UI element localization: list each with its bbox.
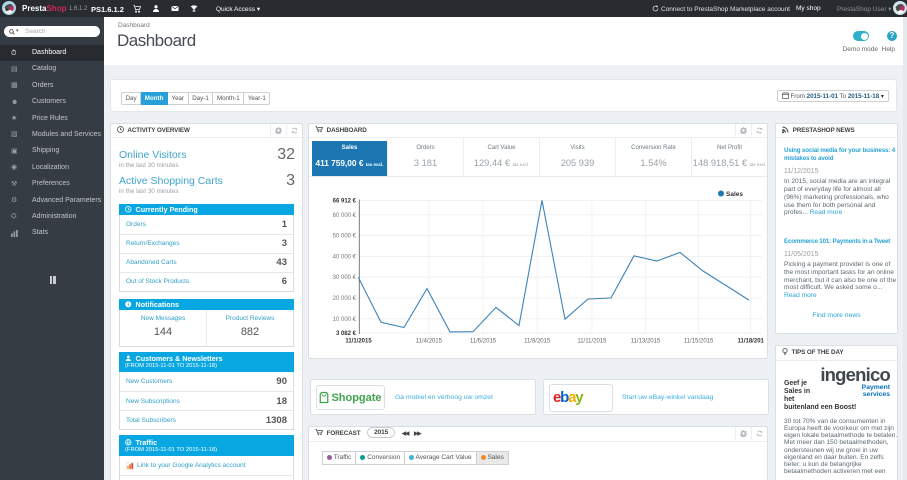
svg-text:10 000 €: 10 000 € <box>333 317 357 323</box>
svg-text:11/13/2015: 11/13/2015 <box>631 338 661 344</box>
svg-text:50 000 €: 50 000 € <box>333 234 357 240</box>
svg-text:3 082 €: 3 082 € <box>336 331 357 337</box>
svg-text:20 000 €: 20 000 € <box>333 296 357 302</box>
svg-text:30 000 €: 30 000 € <box>333 275 357 281</box>
svg-text:60 000 €: 60 000 € <box>333 213 357 219</box>
svg-text:11/4/2015: 11/4/2015 <box>416 338 443 344</box>
svg-text:11/8/2015: 11/8/2015 <box>524 338 551 344</box>
svg-text:11/6/2015: 11/6/2015 <box>470 338 497 344</box>
svg-text:11/18/201: 11/18/201 <box>738 338 765 344</box>
svg-text:66 912 €: 66 912 € <box>333 198 357 204</box>
svg-text:Sales: Sales <box>726 191 743 198</box>
svg-text:11/1/2015: 11/1/2015 <box>345 338 372 344</box>
svg-text:11/15/2015: 11/15/2015 <box>684 338 714 344</box>
svg-text:11/11/2015: 11/11/2015 <box>577 338 607 344</box>
svg-text:40 000 €: 40 000 € <box>333 254 357 260</box>
